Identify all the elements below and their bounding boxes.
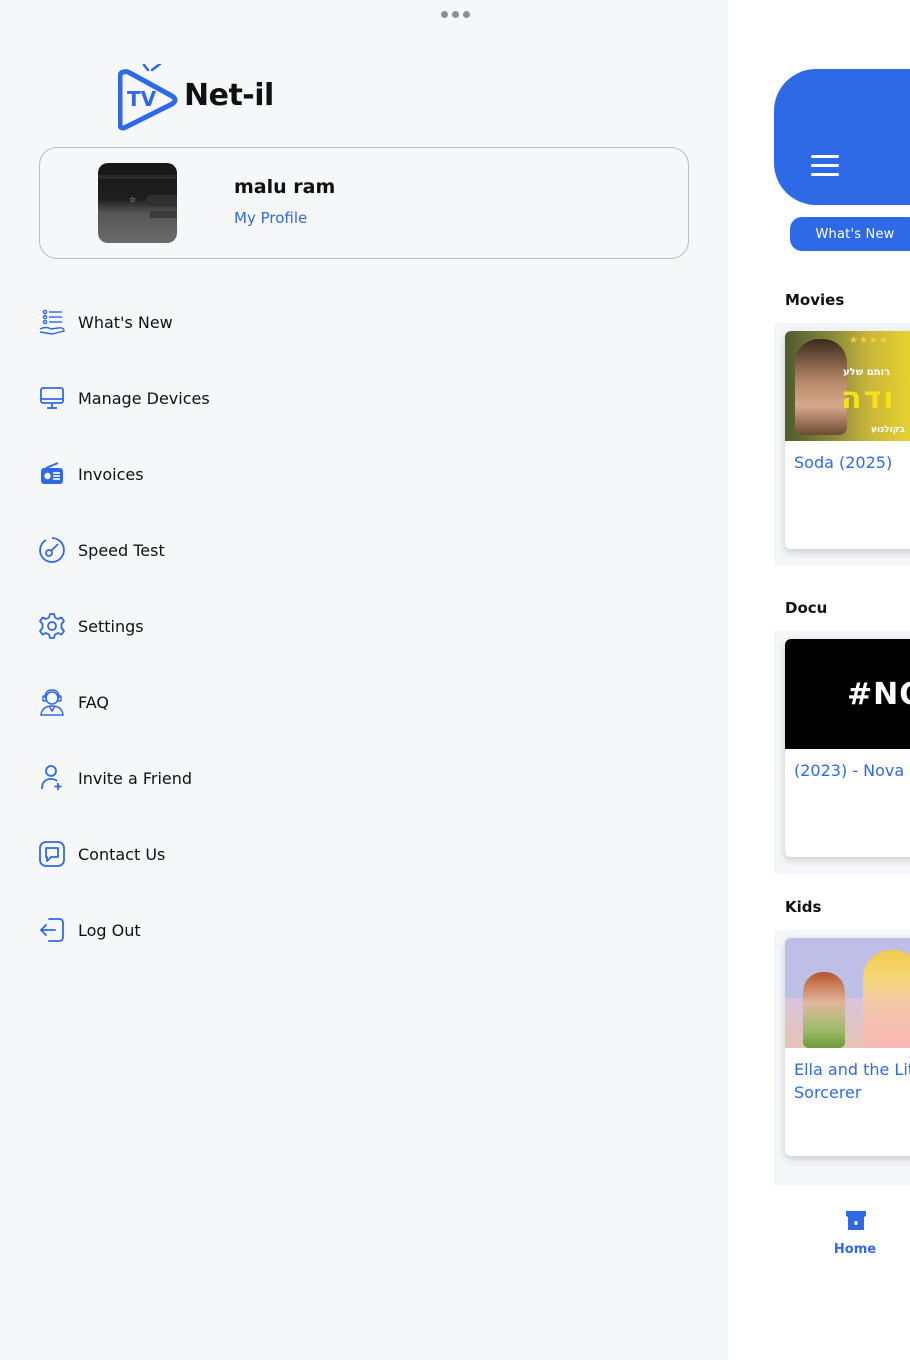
gear-icon [38,612,66,640]
menu-label: Settings [78,616,144,636]
logout-icon [38,916,66,944]
menu-item-manage-devices[interactable]: Manage Devices [38,378,338,418]
menu-item-speed-test[interactable]: Speed Test [38,530,338,570]
menu-item-contact-us[interactable]: Contact Us [38,834,338,874]
app-logo: TV Net-il [117,62,288,134]
profile-name: malu ram [234,176,336,198]
menu-item-settings[interactable]: Settings [38,606,338,646]
background-app: What's New Movies ★★★★ רותם שלע ודה בקול… [728,0,910,1360]
menu-item-faq[interactable]: FAQ [38,682,338,722]
movie-card[interactable]: ★★★★ רותם שלע ודה בקולנוע Soda (2025) [785,331,910,549]
chat-icon [38,840,66,868]
speedometer-icon [38,536,66,564]
section-title-movies: Movies [785,291,845,309]
add-user-icon [38,764,66,792]
docu-card-title: (2023) - Nova [794,761,905,780]
profile-card[interactable]: ☆ malu ram My Profile [39,147,689,259]
home-nav-label[interactable]: Home [774,1242,910,1257]
menu-label: Log Out [78,920,141,940]
section-title-kids: Kids [785,898,822,916]
section-title-docu: Docu [785,599,828,617]
docu-row: #NO (2023) - Nova [774,631,910,874]
whats-new-icon [38,308,66,336]
menu-item-whats-new[interactable]: What's New [38,302,338,342]
side-drawer: TV Net-il ☆ malu ram My Profile What's N… [0,0,728,1360]
support-agent-icon [38,688,66,716]
menu-label: Contact Us [78,844,166,864]
svg-text:TV: TV [127,87,157,111]
bottom-nav: Home [774,1186,910,1286]
menu-label: What's New [78,312,173,332]
hamburger-menu-icon[interactable] [811,155,839,176]
menu-label: Invite a Friend [78,768,193,788]
menu-label: Speed Test [78,540,165,560]
kids-poster [785,938,910,1048]
menu-label: Invoices [78,464,144,484]
kids-card-title: Ella and the Lit Sorcerer [794,1060,910,1102]
docu-poster: #NO [785,639,910,749]
menu-item-log-out[interactable]: Log Out [38,910,338,950]
menu-label: FAQ [78,692,109,712]
movie-poster: ★★★★ רותם שלע ודה בקולנוע [785,331,910,441]
docu-card[interactable]: #NO (2023) - Nova [785,639,910,857]
movies-row: ★★★★ רותם שלע ודה בקולנוע Soda (2025) [774,323,910,566]
more-options-icon[interactable] [441,11,470,18]
whats-new-button[interactable]: What's New [790,217,910,251]
tv-play-logo-icon: TV [117,62,178,131]
radio-icon [38,460,66,488]
menu-label: Manage Devices [78,388,210,408]
kids-card[interactable]: Ella and the Lit Sorcerer [785,938,910,1156]
movie-card-title: Soda (2025) [794,453,893,472]
app-header [774,69,910,205]
monitor-icon [38,384,66,412]
menu-item-invite-friend[interactable]: Invite a Friend [38,758,338,798]
home-icon[interactable] [843,1208,869,1232]
avatar: ☆ [98,163,177,243]
kids-row: Ella and the Lit Sorcerer [774,930,910,1185]
logo-text: Net-il [184,78,274,113]
menu-item-invoices[interactable]: Invoices [38,454,338,494]
my-profile-link[interactable]: My Profile [234,209,307,227]
